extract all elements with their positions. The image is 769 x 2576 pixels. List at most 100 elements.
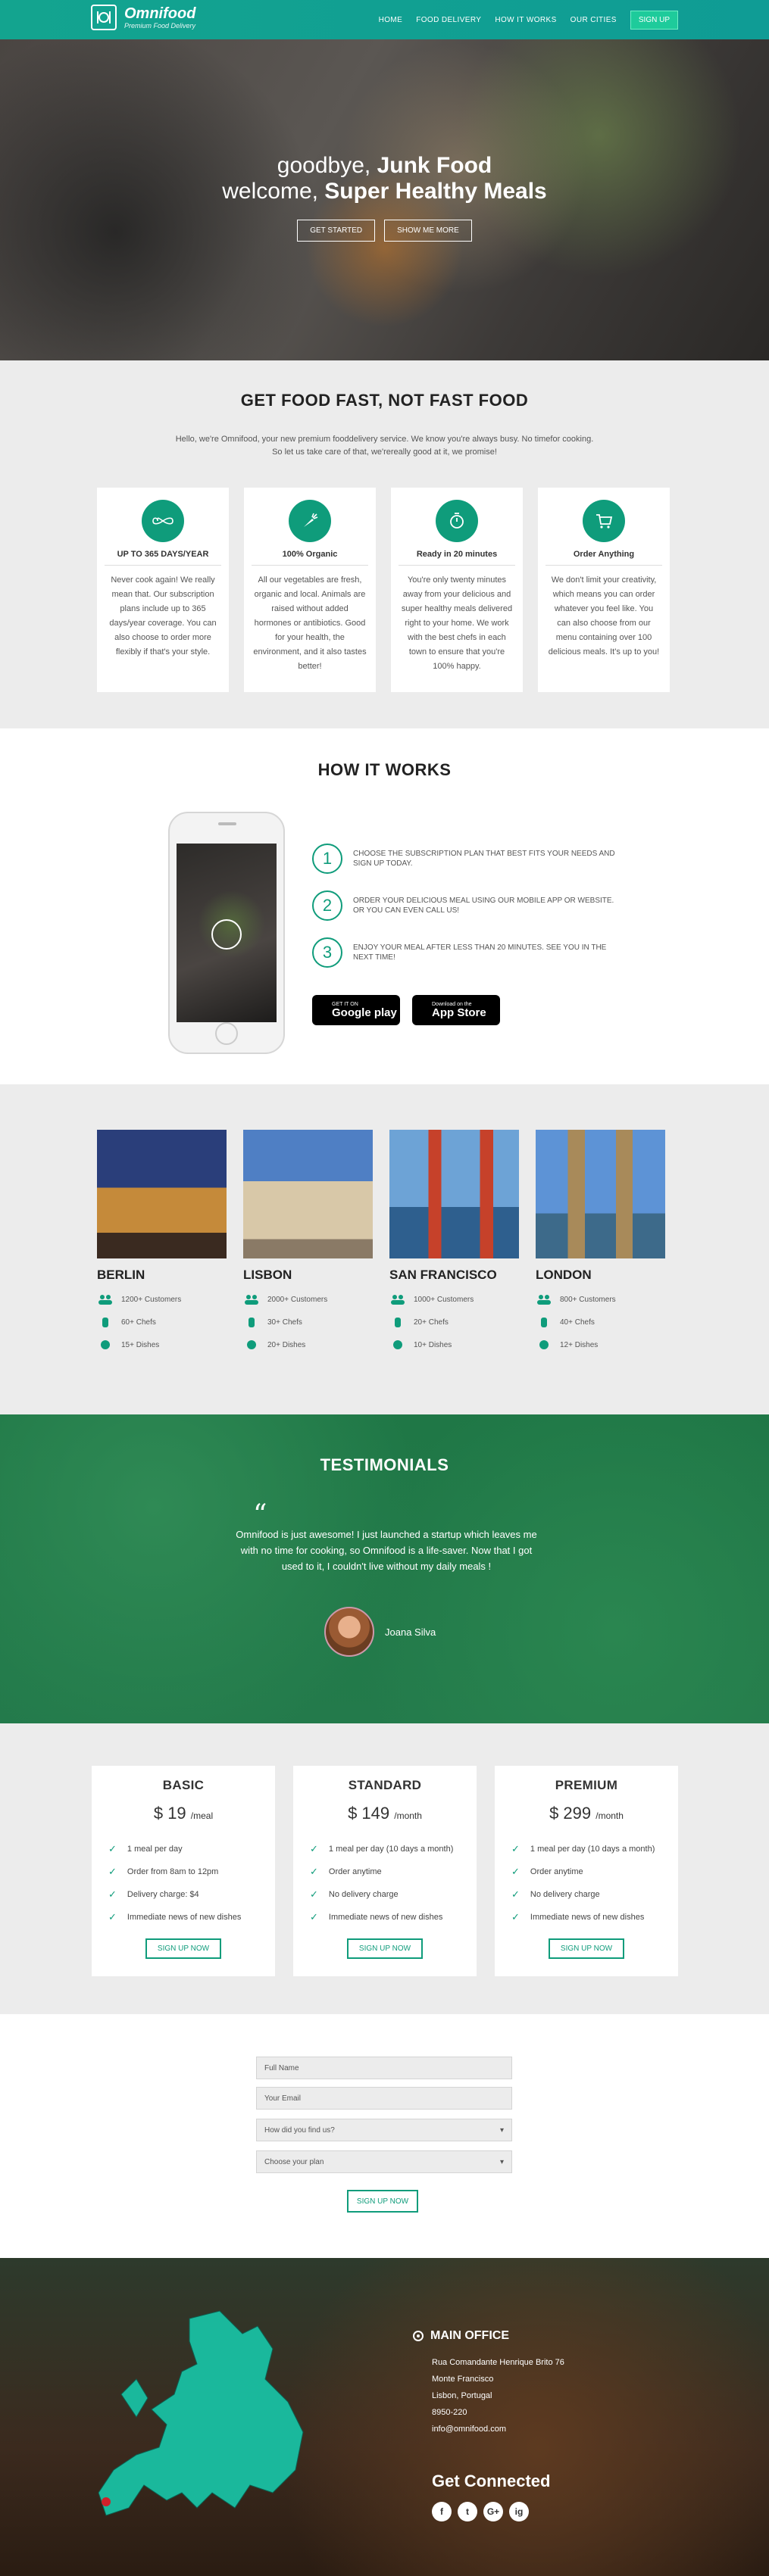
check-icon: ✓	[108, 1888, 117, 1900]
email-placeholder: Your Email	[264, 2094, 301, 2103]
testimonials-section: TESTIMONIALS “ Omnifood is just awesome!…	[0, 1414, 769, 1723]
email-input[interactable]: Your Email	[256, 2087, 512, 2110]
step-text: ORDER YOUR DELICIOUS MEAL USING OUR MOBI…	[353, 897, 614, 915]
google-play-button[interactable]: GET IT ON Google play	[312, 995, 400, 1025]
hero-line1-light: goodbye,	[277, 153, 377, 178]
check-icon: ✓	[310, 1888, 318, 1900]
step-text: ENJOY YOUR MEAL AFTER LESS THAN 20 MINUT…	[353, 943, 607, 962]
nav-our-cities[interactable]: OUR CITIES	[570, 16, 617, 24]
check-icon: ✓	[511, 1866, 520, 1877]
plan-feature-text: 1 meal per day	[127, 1845, 183, 1854]
europe-map	[98, 2310, 304, 2516]
get-connected-title: Get Connected	[432, 2472, 551, 2490]
city-card: SAN FRANCISCO 1000+ Customers 20+ Chefs …	[389, 1130, 519, 1361]
show-me-more-button[interactable]: SHOW ME MORE	[384, 220, 472, 242]
plan-feature: ✓ 1 meal per day	[108, 1843, 275, 1855]
step-item: 2 ORDER YOUR DELICIOUS MEAL USING OUR MO…	[312, 890, 615, 921]
city-card: LISBON 2000+ Customers 30+ Chefs 20+ Dis…	[243, 1130, 373, 1361]
city-dishes: 15+ Dishes	[121, 1340, 160, 1349]
city-name: BERLIN	[97, 1268, 145, 1282]
plan-feature: ✓ No delivery charge	[310, 1888, 477, 1901]
dropdown-arrow-icon: ▾	[499, 2125, 504, 2135]
how-found-select[interactable]: How did you find us? ▾	[256, 2119, 512, 2141]
plan-select[interactable]: Choose your plan ▾	[256, 2150, 512, 2173]
how-it-works-section: HOW IT WORKS 1 CHOOSE THE SUBSCRIPTION P…	[0, 728, 769, 1084]
google-plus-icon[interactable]: G+	[483, 2502, 503, 2521]
facebook-icon[interactable]: f	[432, 2502, 452, 2521]
city-card: LONDON 800+ Customers 40+ Chefs 12+ Dish…	[536, 1130, 665, 1361]
plan-signup-button[interactable]: SIGN UP NOW	[346, 1938, 424, 1959]
chef-icon	[249, 1318, 255, 1327]
city-dishes: 20+ Dishes	[267, 1340, 306, 1349]
dishes-icon	[539, 1340, 549, 1349]
address-line: Rua Comandante Henrique Brito 76	[432, 2358, 564, 2367]
get-started-button[interactable]: GET STARTED	[297, 220, 376, 242]
feature-title: Order Anything	[545, 550, 662, 566]
top-navigation: Omnifood Premium Food Delivery HOME FOOD…	[0, 0, 769, 39]
city-card: BERLIN 1200+ Customers 60+ Chefs 15+ Dis…	[97, 1130, 227, 1361]
plan-signup-button[interactable]: SIGN UP NOW	[145, 1938, 222, 1959]
check-icon: ✓	[108, 1843, 117, 1854]
hero-line2-light: welcome,	[222, 179, 325, 204]
feature-text: Never cook again! We really mean that. O…	[109, 575, 217, 656]
google-play-label: Google play	[332, 1006, 397, 1019]
plan-name: STANDARD	[348, 1778, 422, 1792]
plan-feature-text: 1 meal per day (10 days a month)	[530, 1845, 655, 1854]
nav-home[interactable]: HOME	[379, 16, 403, 24]
nav-sign-up-button[interactable]: SIGN UP	[630, 11, 678, 30]
plan-signup-button[interactable]: SIGN UP NOW	[548, 1938, 625, 1959]
full-name-input[interactable]: Full Name	[256, 2057, 512, 2079]
feature-text: We don't limit your creativity, which me…	[548, 575, 660, 656]
plan-feature-text: Order anytime	[328, 1867, 382, 1876]
avatar	[324, 1607, 374, 1657]
plan-feature-text: Immediate news of new dishes	[127, 1913, 242, 1922]
form-submit-button[interactable]: SIGN UP NOW	[347, 2190, 418, 2213]
plan-feature-text: 1 meal per day (10 days a month)	[328, 1845, 454, 1854]
city-name: LONDON	[536, 1268, 592, 1282]
city-chefs: 20+ Chefs	[414, 1318, 449, 1327]
city-chefs: 40+ Chefs	[560, 1318, 595, 1327]
app-logo-icon	[211, 919, 242, 950]
people-icon	[245, 1295, 258, 1305]
logo[interactable]: Omnifood Premium Food Delivery	[91, 5, 195, 30]
feature-title: Ready in 20 minutes	[399, 550, 515, 566]
check-icon: ✓	[108, 1866, 117, 1877]
nav-food-delivery[interactable]: FOOD DELIVERY	[416, 16, 481, 24]
check-icon: ✓	[310, 1866, 318, 1877]
people-icon	[537, 1295, 551, 1305]
check-icon: ✓	[310, 1911, 318, 1923]
people-icon	[391, 1295, 405, 1305]
plan-feature: ✓ 1 meal per day (10 days a month)	[310, 1843, 477, 1855]
city-name: SAN FRANCISCO	[389, 1268, 497, 1282]
plan-feature: ✓ 1 meal per day (10 days a month)	[511, 1843, 678, 1855]
plan-feature: ✓ Delivery charge: $4	[108, 1888, 275, 1901]
check-icon: ✓	[108, 1911, 117, 1923]
city-customers: 1200+ Customers	[121, 1295, 182, 1304]
app-store-button[interactable]: Download on the App Store	[412, 995, 500, 1025]
feature-text: All our vegetables are fresh, organic an…	[253, 575, 367, 671]
email-address[interactable]: info@omnifood.com	[432, 2425, 506, 2434]
location-pin-icon	[102, 2497, 111, 2506]
city-chefs: 30+ Chefs	[267, 1318, 302, 1327]
chef-icon	[395, 1318, 401, 1327]
step-number: 3	[312, 937, 342, 968]
infinity-icon	[142, 500, 184, 542]
step-number: 1	[312, 844, 342, 874]
instagram-icon[interactable]: ig	[509, 2502, 529, 2521]
full-name-placeholder: Full Name	[264, 2063, 299, 2072]
plan-feature-text: No delivery charge	[328, 1890, 399, 1899]
feature-card: Order Anything We don't limit your creat…	[538, 488, 670, 692]
london-photo	[536, 1130, 665, 1258]
twitter-icon[interactable]: t	[458, 2502, 477, 2521]
step-number: 2	[312, 890, 342, 921]
plan-card: STANDARD $ 149 /month ✓ 1 meal per day (1…	[293, 1766, 477, 1976]
signup-form: Full Name Your Email How did you find us…	[0, 2014, 769, 2258]
nav-how-it-works[interactable]: HOW IT WORKS	[495, 16, 556, 24]
plan-card: BASIC $ 19 /meal ✓ 1 meal per day ✓ Order …	[92, 1766, 275, 1976]
plan-card: PREMIUM $ 299 /month ✓ 1 meal per day (10…	[495, 1766, 678, 1976]
step-item: 3 ENJOY YOUR MEAL AFTER LESS THAN 20 MIN…	[312, 937, 615, 968]
feature-text: You're only twenty minutes away from you…	[401, 575, 513, 671]
phone-screen	[177, 844, 277, 1022]
carrot-icon	[289, 500, 331, 542]
plan-feature: ✓ Immediate news of new dishes	[511, 1911, 678, 1923]
